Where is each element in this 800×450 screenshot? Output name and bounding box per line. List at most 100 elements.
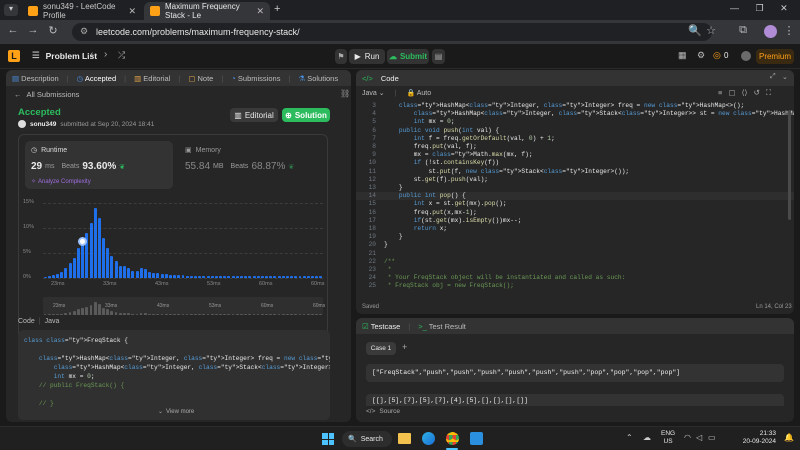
coin-icon[interactable]: ◎ — [713, 50, 721, 61]
tab-description[interactable]: ▤ Description — [12, 74, 59, 83]
chart-bar[interactable] — [240, 275, 243, 278]
chart-bar[interactable] — [160, 274, 164, 278]
chart-bar[interactable] — [244, 275, 248, 278]
profile-avatar[interactable] — [764, 25, 777, 38]
chart-bar[interactable] — [181, 275, 185, 278]
notes-icon[interactable]: ▤ — [432, 49, 445, 64]
chart-bar[interactable] — [189, 275, 193, 278]
your-runtime-marker[interactable] — [77, 236, 87, 246]
language-select[interactable]: Java ⌄ — [362, 89, 385, 97]
chart-bar[interactable] — [231, 275, 235, 278]
analyze-complexity-link[interactable]: ✧ Analyze Complexity — [31, 178, 91, 186]
chart-bar[interactable] — [219, 275, 223, 278]
chart-bar[interactable] — [198, 275, 202, 278]
chart-bar[interactable] — [118, 265, 122, 278]
editor-line[interactable]: 18 return x; — [356, 225, 794, 233]
url-bar[interactable]: ⚙ leetcode.com/problems/maximum-frequenc… — [72, 23, 712, 41]
view-more-button[interactable]: ⌄ View more — [158, 408, 194, 416]
chart-bar[interactable] — [290, 275, 294, 278]
windows-start-icon[interactable] — [322, 433, 334, 445]
editor-line[interactable]: 21 — [356, 250, 794, 258]
user-avatar[interactable] — [741, 51, 751, 61]
editor-line[interactable]: 4 class="ty">HashMap<class="ty">Integer,… — [356, 110, 794, 118]
submit-button[interactable]: ☁ Submit — [387, 49, 429, 64]
editor-line[interactable]: 8 freq.put(val, f); — [356, 143, 794, 151]
layout-icon[interactable]: ▦ — [678, 50, 687, 61]
chart-bar[interactable] — [260, 275, 264, 278]
browser-tab-profile[interactable]: sonu349 - LeetCode Profile ✕ — [22, 2, 142, 20]
tab-solutions[interactable]: ⚗ Solutions — [298, 74, 338, 83]
run-button[interactable]: ▶ Run — [349, 49, 385, 64]
problem-list-link[interactable]: ☰ Problem List — [32, 50, 97, 61]
browser-tab-problem[interactable]: Maximum Frequency Stack - Le ✕ — [144, 2, 270, 20]
bookmark-star-icon[interactable]: ☆ — [704, 24, 718, 37]
chart-bar[interactable] — [139, 268, 143, 278]
tab-menu-icon[interactable]: ▾ — [4, 4, 18, 16]
chart-bar[interactable] — [210, 275, 214, 278]
chart-bar[interactable] — [311, 275, 315, 278]
all-submissions-link[interactable]: ← All Submissions — [14, 90, 79, 99]
editor-line[interactable]: 20} — [356, 241, 794, 249]
chart-bar[interactable] — [273, 275, 277, 278]
case-1-tab[interactable]: Case 1 — [366, 342, 396, 355]
chart-bar[interactable] — [315, 275, 319, 278]
chart-bar[interactable] — [194, 275, 198, 278]
solution-button[interactable]: ⊕ Solution — [282, 108, 330, 122]
editor-line[interactable]: 11 st.put(f, new class="ty">Stack<class=… — [356, 168, 794, 176]
forward-icon[interactable]: → — [26, 24, 40, 36]
volume-icon[interactable]: ◁ — [696, 433, 702, 442]
editor-line[interactable]: 23 * — [356, 266, 794, 274]
editor-line[interactable]: 15 int x = st.get(mx).pop(); — [356, 200, 794, 208]
tab-submissions[interactable]: ◔ Submissions — [231, 74, 280, 83]
browser-menu-icon[interactable]: ⋮ — [782, 24, 796, 37]
chart-bar[interactable] — [123, 265, 126, 278]
chart-bar[interactable] — [256, 275, 260, 278]
zoom-icon[interactable]: 🔍 — [688, 24, 702, 37]
close-tab-icon[interactable]: ✕ — [128, 6, 136, 17]
editor-line[interactable]: 3 class="ty">HashMap<class="ty">Integer,… — [356, 102, 794, 110]
chart-bar[interactable] — [93, 208, 97, 278]
code-area[interactable]: 3 class="ty">HashMap<class="ty">Integer,… — [356, 102, 794, 300]
cloud-icon[interactable]: ☁ — [643, 433, 651, 442]
tab-testcase[interactable]: ☑ Testcase — [362, 322, 400, 331]
memory-card[interactable]: ▣ Memory 55.84 MB Beats 68.87% ❦ — [179, 141, 323, 189]
chart-bar[interactable] — [227, 275, 231, 278]
chart-bar[interactable] — [185, 275, 189, 278]
extensions-icon[interactable]: ⧉ — [736, 24, 750, 37]
editor-line[interactable]: 25 * FreqStack obj = new FreqStack(); — [356, 282, 794, 290]
chart-bar[interactable] — [306, 275, 310, 278]
testcase-input-1[interactable]: ["FreqStack","push","push","push","push"… — [366, 364, 784, 382]
chart-bar[interactable] — [148, 272, 152, 278]
chart-bar[interactable] — [56, 274, 60, 278]
vscode-icon[interactable] — [470, 432, 483, 445]
testcase-input-2[interactable]: [[],[5],[7],[5],[7],[4],[5],[],[],[],[]] — [366, 394, 784, 406]
chart-bar[interactable] — [72, 258, 76, 278]
chart-bar[interactable] — [102, 238, 106, 278]
share-link-icon[interactable]: ⛓ — [340, 89, 350, 98]
edge-icon[interactable] — [422, 432, 435, 445]
chart-bar[interactable] — [206, 275, 210, 278]
debug-icon[interactable]: ⚑ — [335, 49, 347, 64]
editor-line[interactable]: 22 /** — [356, 258, 794, 266]
maximize-icon[interactable]: ⤢ — [770, 73, 776, 81]
chart-bar[interactable] — [97, 218, 101, 278]
chart-bar[interactable] — [114, 260, 118, 278]
chart-bar[interactable] — [265, 275, 269, 278]
chart-bar[interactable] — [223, 275, 227, 278]
battery-icon[interactable]: ▭ — [708, 433, 716, 442]
editor-line[interactable]: 5 int mx = 0; — [356, 118, 794, 126]
new-tab-icon[interactable]: + — [274, 3, 280, 15]
chart-bar[interactable] — [252, 275, 256, 278]
add-case-icon[interactable]: + — [402, 342, 407, 352]
chart-bar[interactable] — [77, 248, 80, 278]
clock[interactable]: 21:33 20-09-2024 — [732, 430, 776, 446]
back-icon[interactable]: ← — [6, 24, 20, 36]
editor-actions[interactable]: ≡ ▢ ⟨⟩ ↺ ⛶ — [718, 88, 771, 98]
chart-bar[interactable] — [152, 273, 156, 278]
language-indicator[interactable]: ENG US — [661, 430, 675, 446]
chart-bar[interactable] — [319, 275, 323, 278]
window-controls[interactable]: — ❐ ✕ — [730, 3, 788, 14]
shuffle-icon[interactable]: ⤮ — [118, 50, 125, 61]
chart-bar[interactable] — [156, 273, 160, 278]
notification-bell-icon[interactable]: 🔔 — [784, 433, 794, 442]
